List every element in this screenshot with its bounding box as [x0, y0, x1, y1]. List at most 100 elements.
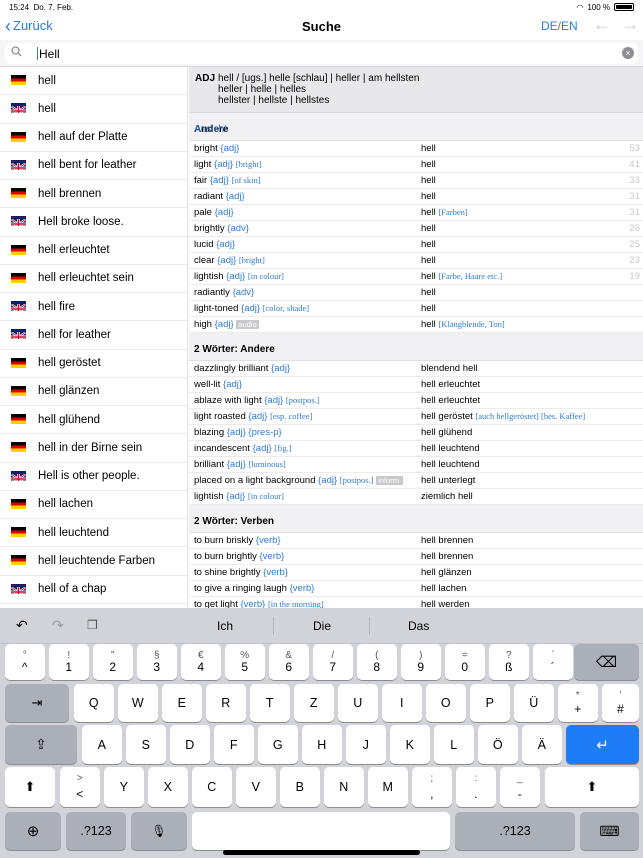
- list-item[interactable]: Hell broke loose.: [0, 208, 187, 237]
- key-2[interactable]: ! 1: [49, 644, 89, 680]
- list-item[interactable]: hell: [0, 95, 187, 124]
- key-b[interactable]: B: [280, 767, 320, 807]
- translation-row[interactable]: to give a ringing laugh {verb} hell lache…: [189, 581, 643, 597]
- key-punct-2[interactable]: :.: [456, 767, 496, 807]
- key-less-than[interactable]: > <: [60, 767, 100, 807]
- translation-row[interactable]: light {adj} [bright] hell 41: [189, 157, 643, 173]
- caps-lock-key[interactable]: ⇪: [5, 725, 77, 764]
- key-punct-3[interactable]: _ -: [500, 767, 540, 807]
- list-item[interactable]: hell erleuchtet: [0, 237, 187, 265]
- arrow-left-icon[interactable]: ←: [593, 15, 610, 35]
- key-4[interactable]: § 3: [137, 644, 177, 680]
- key-q[interactable]: Q: [74, 684, 114, 722]
- list-item[interactable]: hell for leather: [0, 321, 187, 350]
- translation-row[interactable]: to burn briskly {verb} hell brennen: [189, 533, 643, 549]
- key-t[interactable]: T: [250, 684, 290, 722]
- translation-row[interactable]: bright {adj} hell 53: [189, 141, 643, 157]
- key-x[interactable]: X: [148, 767, 188, 807]
- key-ü[interactable]: Ü: [514, 684, 554, 722]
- key-plus[interactable]: * +: [558, 684, 598, 722]
- list-item[interactable]: Hell is other people.: [0, 463, 187, 491]
- key-ä[interactable]: Ä: [522, 725, 562, 764]
- list-item[interactable]: hell glänzen: [0, 378, 187, 406]
- translation-row[interactable]: high {adj} audio hell [Klangblende, Ton]: [189, 317, 643, 333]
- return-key[interactable]: ↵: [566, 725, 639, 764]
- translation-row[interactable]: clear {adj} [bright] hell 23: [189, 253, 643, 269]
- key-11[interactable]: = 0: [445, 644, 485, 680]
- key-a[interactable]: A: [82, 725, 122, 764]
- translation-row[interactable]: light roasted {adj} [esp. coffee] hell ge…: [189, 409, 643, 425]
- suggestion-1[interactable]: Ich: [217, 619, 233, 633]
- suggestion-2[interactable]: Die: [313, 619, 331, 633]
- translation-row[interactable]: blazing {adj} {pres-p} hell glühend: [189, 425, 643, 441]
- key-e[interactable]: E: [162, 684, 202, 722]
- key-7[interactable]: & 6: [269, 644, 309, 680]
- list-item[interactable]: hell geröstet: [0, 350, 187, 378]
- list-item[interactable]: hell leuchtend: [0, 519, 187, 548]
- delete-key[interactable]: ⌫: [574, 644, 639, 680]
- key-8[interactable]: /7: [313, 644, 353, 680]
- translation-row[interactable]: to burn brightly {verb} hell brennen: [189, 549, 643, 565]
- tab-key[interactable]: ⇥: [5, 684, 69, 722]
- key-6[interactable]: % 5: [225, 644, 265, 680]
- key-k[interactable]: K: [390, 725, 430, 764]
- list-item[interactable]: hell auf der Platte: [0, 124, 187, 152]
- language-toggle[interactable]: DE/EN: [541, 19, 578, 33]
- translation-row[interactable]: light-toned {adj} [color, shade] hell: [189, 301, 643, 317]
- clear-icon[interactable]: ×: [622, 47, 634, 59]
- key-hash[interactable]: ' #: [602, 684, 639, 722]
- numbers-key-right[interactable]: .?123: [455, 812, 575, 850]
- translation-row[interactable]: fair {adj} [of skin] hell 33: [189, 173, 643, 189]
- key-12[interactable]: ? ß: [489, 644, 529, 680]
- numbers-key-left[interactable]: .?123: [66, 812, 126, 850]
- view-button[interactable]: Ansicht: [194, 124, 636, 135]
- translation-row[interactable]: radiant {adj} hell 31: [189, 189, 643, 205]
- suggestion-3[interactable]: Das: [408, 619, 429, 633]
- list-item[interactable]: hell bent for leather: [0, 152, 187, 180]
- translation-row[interactable]: placed on a light background {adj} [post…: [189, 473, 643, 489]
- paste-icon[interactable]: ❐: [87, 618, 98, 632]
- key-punct-1[interactable]: ;,: [412, 767, 452, 807]
- key-s[interactable]: S: [126, 725, 166, 764]
- key-5[interactable]: €4: [181, 644, 221, 680]
- translation-row[interactable]: incandescent {adj} [fig.] hell leuchtend: [189, 441, 643, 457]
- redo-icon[interactable]: ↷: [52, 617, 64, 634]
- translation-row[interactable]: lightish {adj} [in colour] hell [Farbe, H…: [189, 269, 643, 285]
- key-10[interactable]: ) 9: [401, 644, 441, 680]
- key-r[interactable]: R: [206, 684, 246, 722]
- key-g[interactable]: G: [258, 725, 298, 764]
- list-item[interactable]: hell glühend: [0, 406, 187, 435]
- key-13[interactable]: ` ´: [533, 644, 573, 680]
- translation-row[interactable]: lucid {adj} hell 25: [189, 237, 643, 253]
- search-input[interactable]: Hell ×: [5, 43, 638, 64]
- key-j[interactable]: J: [346, 725, 386, 764]
- undo-icon[interactable]: ↶: [16, 617, 28, 634]
- key-ö[interactable]: Ö: [478, 725, 518, 764]
- key-3[interactable]: " 2: [93, 644, 133, 680]
- list-item[interactable]: hell brennen: [0, 180, 187, 209]
- key-m[interactable]: M: [368, 767, 408, 807]
- key-i[interactable]: I: [382, 684, 422, 722]
- key-v[interactable]: V: [236, 767, 276, 807]
- translation-row[interactable]: radiantly {adv} hell: [189, 285, 643, 301]
- translation-row[interactable]: to get light {verb} [in the morning] hell…: [189, 597, 643, 608]
- hide-keyboard-key[interactable]: ⌨: [580, 812, 639, 850]
- key-z[interactable]: Z: [294, 684, 334, 722]
- translation-row[interactable]: to shine brightly {verb} hell glänzen: [189, 565, 643, 581]
- list-item[interactable]: hell: [0, 67, 187, 96]
- key-o[interactable]: O: [426, 684, 466, 722]
- list-item[interactable]: hell erleuchtet sein: [0, 265, 187, 293]
- shift-key-left[interactable]: ⬆: [5, 767, 55, 807]
- key-d[interactable]: D: [170, 725, 210, 764]
- key-f[interactable]: F: [214, 725, 254, 764]
- key-w[interactable]: W: [118, 684, 158, 722]
- key-c[interactable]: C: [192, 767, 232, 807]
- key-1[interactable]: ° ^: [5, 644, 45, 680]
- translation-row[interactable]: lightish {adj} [in colour] ziemlich hell: [189, 489, 643, 505]
- key-u[interactable]: U: [338, 684, 378, 722]
- key-l[interactable]: L: [434, 725, 474, 764]
- dictation-key[interactable]: 🎙: [131, 812, 187, 850]
- key-p[interactable]: P: [470, 684, 510, 722]
- key-h[interactable]: H: [302, 725, 342, 764]
- space-bar[interactable]: [192, 812, 450, 850]
